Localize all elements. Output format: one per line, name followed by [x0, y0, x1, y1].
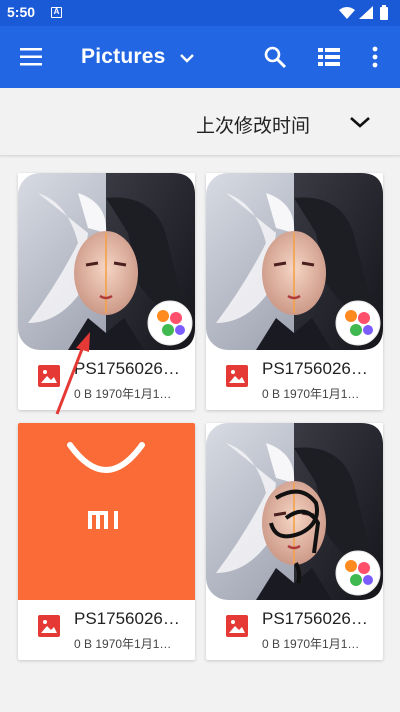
file-info: PS1756026… 0 B 1970年1月1…: [18, 350, 195, 410]
grid-view-icon[interactable]: [318, 47, 340, 67]
file-name: PS1756026…: [262, 359, 368, 378]
file-thumbnail: [206, 423, 383, 600]
file-card[interactable]: PS1756026… 0 B 1970年1月1…: [18, 173, 195, 410]
file-thumbnail: [18, 423, 195, 600]
file-thumbnail: [206, 173, 383, 350]
file-card[interactable]: PS1756026… 0 B 1970年1月1…: [206, 173, 383, 410]
menu-icon[interactable]: [19, 46, 43, 68]
page-title[interactable]: Pictures: [81, 45, 165, 69]
image-file-icon: [226, 615, 248, 637]
battery-icon: [380, 5, 388, 20]
chevron-down-icon[interactable]: [348, 113, 372, 131]
app-bar: Pictures: [0, 26, 400, 88]
file-thumbnail: [18, 173, 195, 350]
more-vert-icon[interactable]: [365, 45, 385, 69]
file-info: PS1756026… 0 B 1970年1月1…: [206, 350, 383, 410]
file-meta: 0 B 1970年1月1…: [262, 637, 360, 651]
chevron-down-icon[interactable]: [179, 50, 195, 66]
status-time: 5:50: [7, 4, 36, 20]
sort-bar[interactable]: 上次修改时间: [0, 88, 400, 156]
file-info: PS1756026… 0 B 1970年1月1…: [18, 600, 195, 660]
file-info: PS1756026… 0 B 1970年1月1…: [206, 600, 383, 660]
status-bar: 5:50 A: [0, 0, 400, 26]
sort-label[interactable]: 上次修改时间: [196, 111, 310, 138]
signal-icon: [359, 6, 373, 19]
image-file-icon: [38, 365, 60, 387]
image-file-icon: [38, 615, 60, 637]
file-name: PS1756026…: [74, 609, 180, 628]
mi-logo-icon: [67, 442, 145, 529]
file-meta: 0 B 1970年1月1…: [74, 387, 172, 401]
file-name: PS1756026…: [262, 609, 368, 628]
file-card[interactable]: PS1756026… 0 B 1970年1月1…: [206, 423, 383, 660]
file-name: PS1756026…: [74, 359, 180, 378]
file-meta: 0 B 1970年1月1…: [262, 387, 360, 401]
search-icon[interactable]: [263, 45, 287, 69]
wifi-icon: [339, 7, 355, 19]
file-meta: 0 B 1970年1月1…: [74, 637, 172, 651]
notification-badge-icon: A: [51, 7, 62, 18]
status-icons: [339, 5, 388, 20]
image-file-icon: [226, 365, 248, 387]
file-card[interactable]: PS1756026… 0 B 1970年1月1…: [18, 423, 195, 660]
